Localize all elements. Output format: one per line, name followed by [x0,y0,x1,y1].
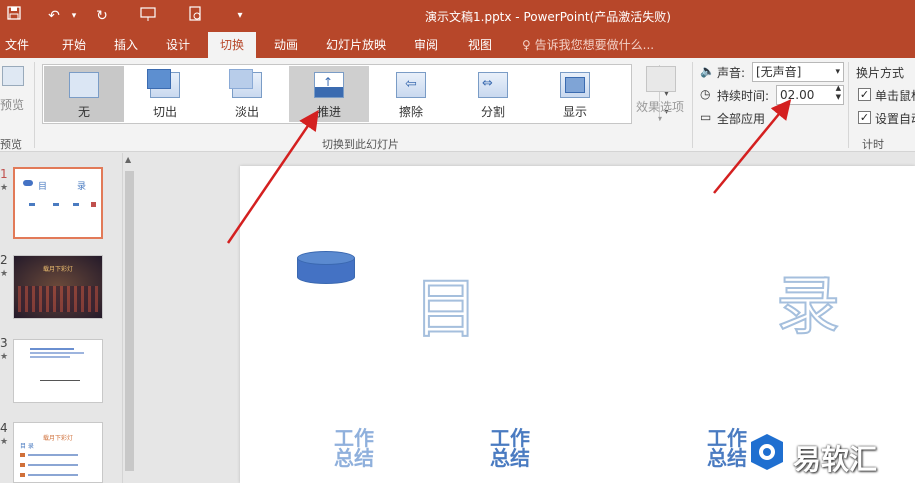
red-arrow [713,99,792,194]
annotation-arrows [226,99,792,244]
red-arrow [226,109,319,244]
